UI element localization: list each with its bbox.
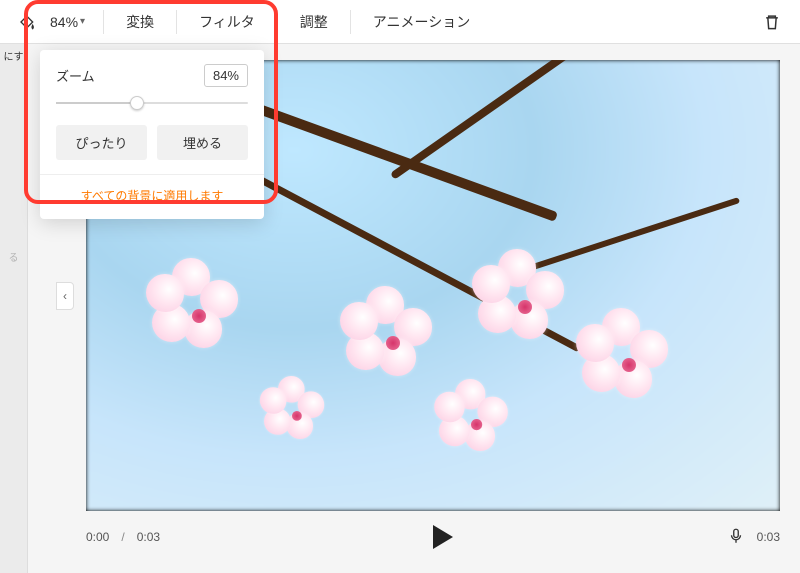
transform-button[interactable]: 変換 [114,6,166,38]
left-panel-strip: にす る [0,44,28,573]
top-toolbar: 84% ▾ 変換 フィルタ 調整 アニメーション [0,0,800,44]
toolbar-divider [103,10,104,34]
fit-button[interactable]: ぴったり [56,125,147,160]
slider-thumb[interactable] [130,96,144,110]
paint-bucket-icon[interactable] [12,8,40,36]
fill-button[interactable]: 埋める [157,125,248,160]
filter-button[interactable]: フィルタ [187,6,267,38]
zoom-level-label: 84% [50,14,78,30]
chevron-left-icon: ‹ [63,289,67,303]
delete-button[interactable] [756,6,788,38]
zoom-popover: ズーム 84% ぴったり 埋める すべての背景に適用します [40,50,264,219]
play-icon [433,525,453,549]
transport-bar: 0:00 / 0:03 0:03 [86,517,780,557]
chevron-down-icon: ▾ [80,16,85,27]
toolbar-divider [277,10,278,34]
end-time: 0:03 [757,530,780,544]
total-duration: 0:03 [137,530,160,544]
truncated-text: にす [3,48,23,63]
time-separator: / [121,530,124,544]
zoom-title: ズーム [56,66,95,85]
zoom-dropdown[interactable]: 84% ▾ [42,10,93,34]
toolbar-divider [350,10,351,34]
animation-button[interactable]: アニメーション [361,6,482,38]
panel-collapse-button[interactable]: ‹ [56,282,74,310]
adjust-button[interactable]: 調整 [288,6,340,38]
current-time: 0:00 [86,530,109,544]
zoom-slider[interactable] [56,95,248,111]
truncated-text: る [9,249,19,264]
toolbar-divider [176,10,177,34]
mic-button[interactable] [727,527,745,548]
zoom-value-input[interactable]: 84% [204,64,248,87]
apply-all-backgrounds-link[interactable]: すべての背景に適用します [81,189,224,203]
play-button[interactable] [433,525,453,549]
